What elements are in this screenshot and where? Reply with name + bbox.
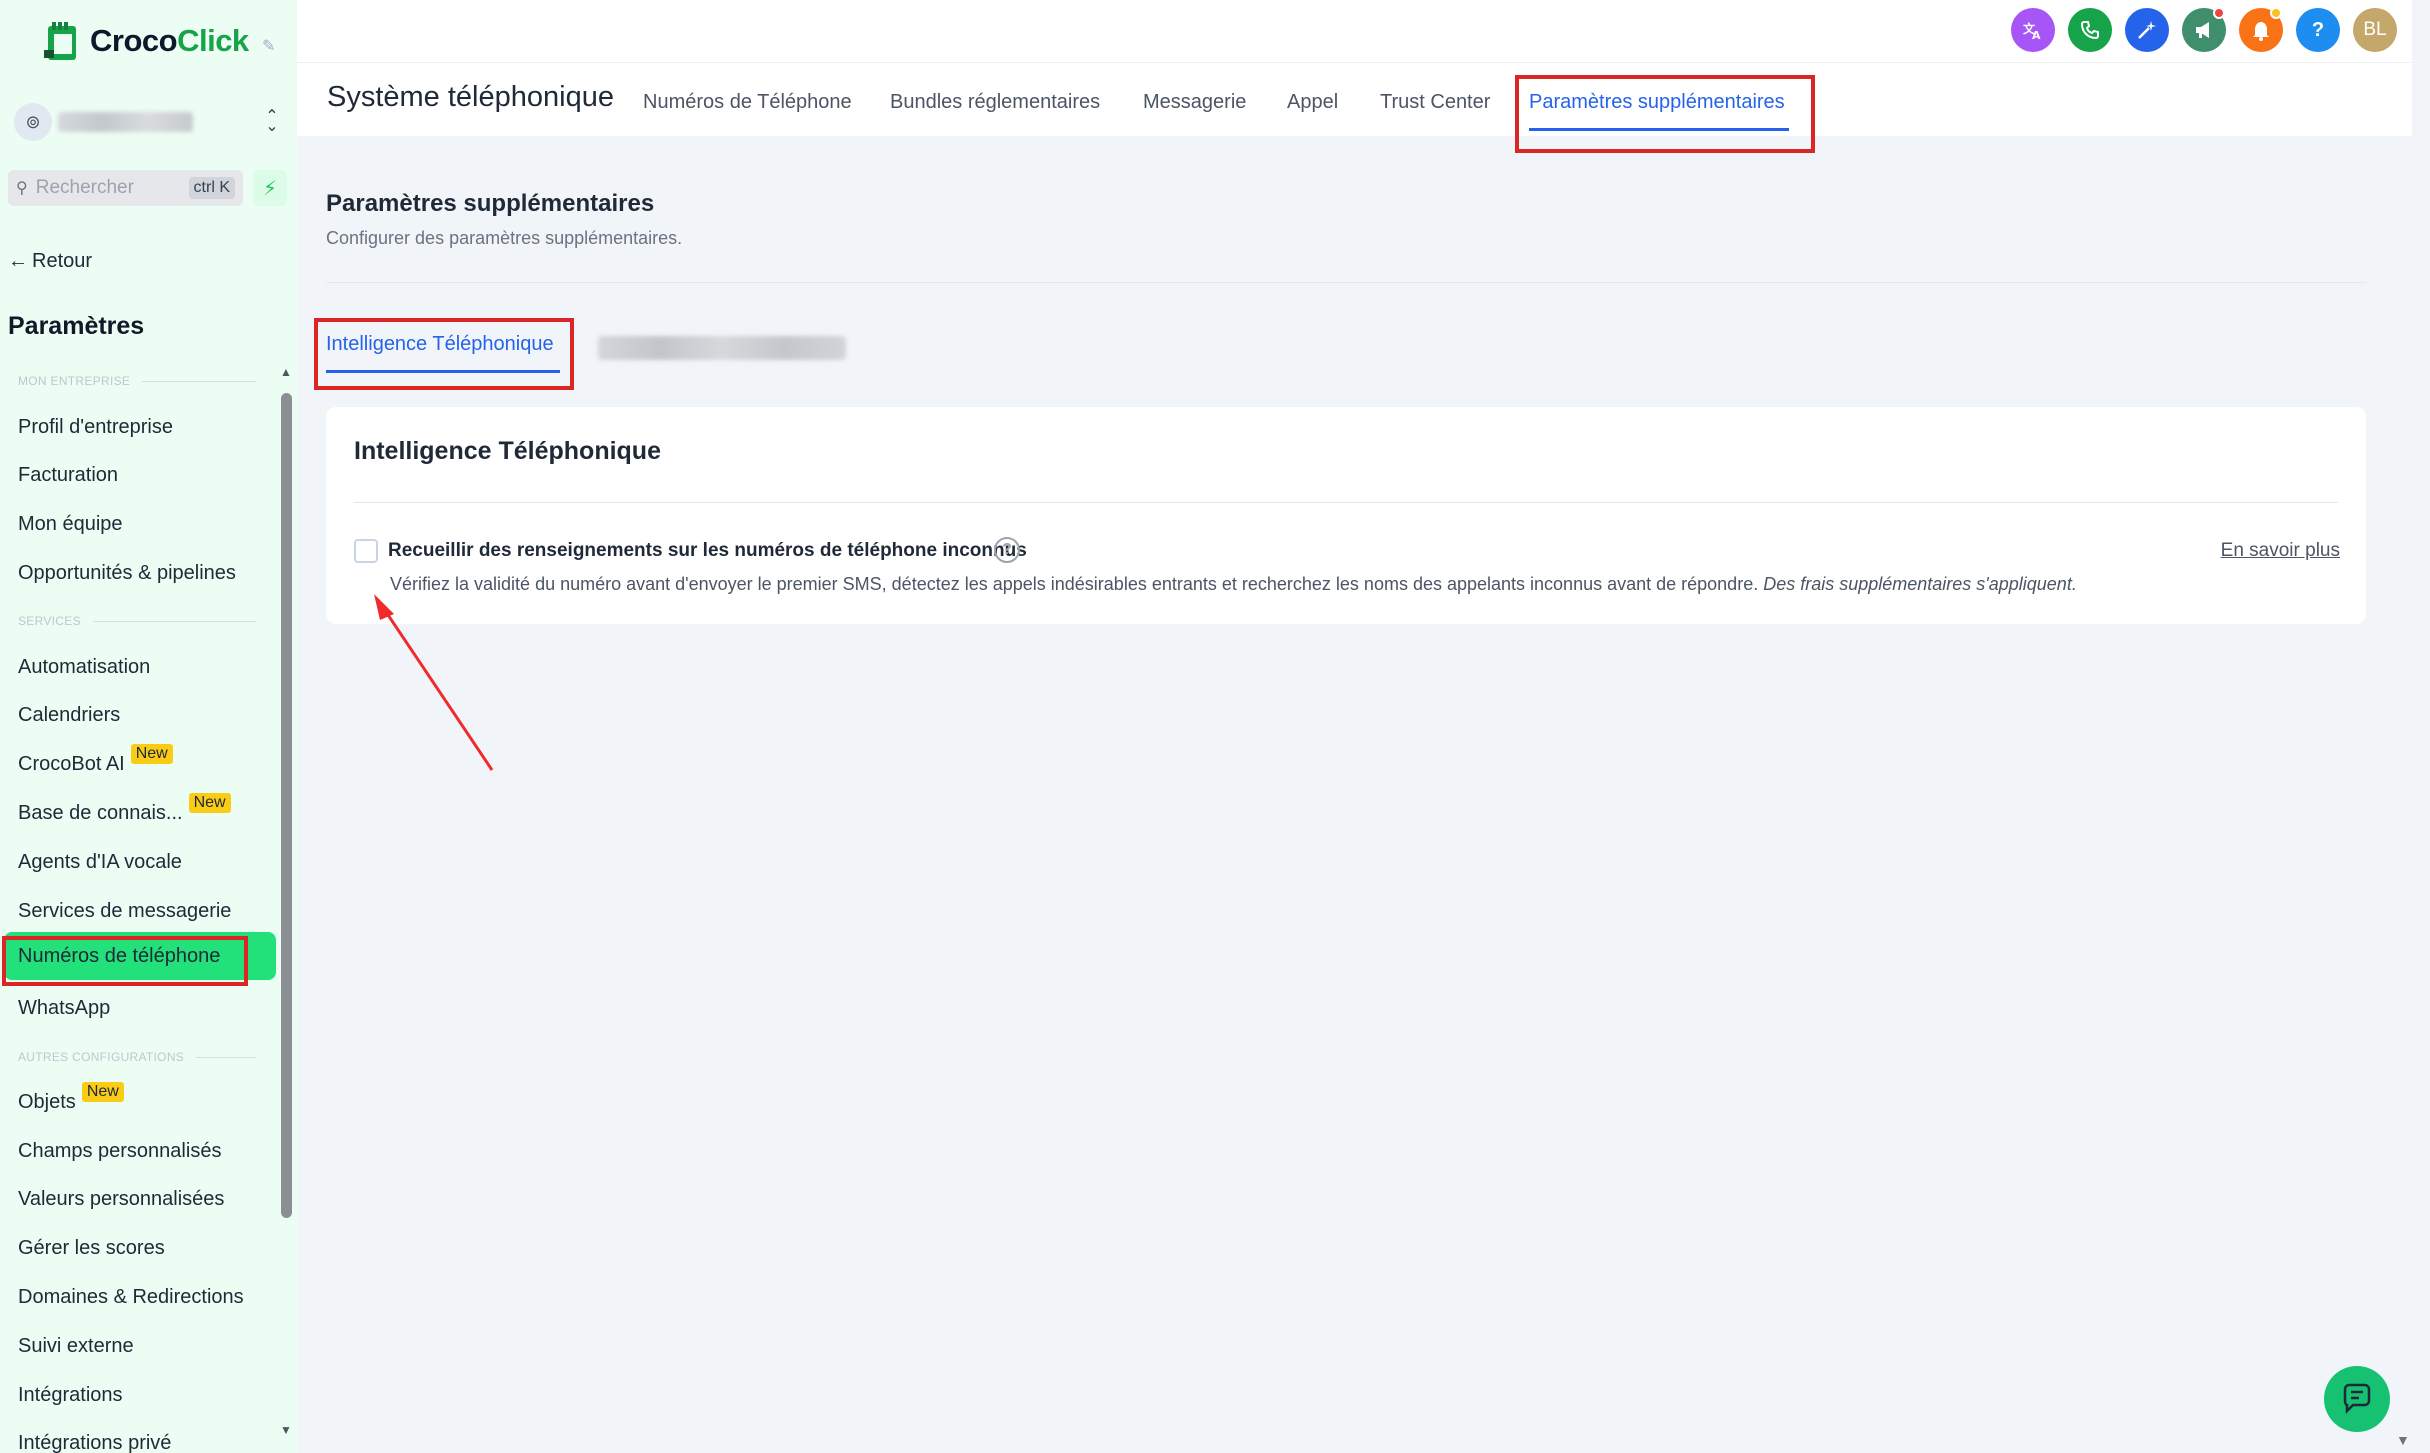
phone-icon[interactable] <box>2068 8 2112 52</box>
sidebar-item-opportunities[interactable]: Opportunités & pipelines <box>18 558 236 588</box>
help-icon[interactable]: ? <box>2296 8 2340 52</box>
sidebar-item-label: Base de connais... <box>18 801 183 824</box>
tab-trust-center[interactable]: Trust Center <box>1380 91 1490 114</box>
account-name-redacted <box>58 112 193 132</box>
sidebar-item-knowledge-base[interactable]: Base de connais... New <box>18 793 231 828</box>
sidebar-item-integrations[interactable]: Intégrations <box>18 1380 123 1410</box>
chat-widget-button[interactable] <box>2324 1366 2390 1432</box>
notification-dot <box>2213 7 2225 19</box>
section-divider <box>326 282 2366 283</box>
sidebar-item-domains[interactable]: Domaines & Redirections <box>18 1282 244 1312</box>
option-label[interactable]: Recueillir des renseignements sur les nu… <box>388 540 1027 562</box>
sidebar-item-whatsapp[interactable]: WhatsApp <box>18 993 110 1023</box>
sidebar-item-voice-agents[interactable]: Agents d'IA vocale <box>18 847 182 877</box>
sidebar-item-external-tracking[interactable]: Suivi externe <box>18 1331 134 1361</box>
new-badge: New <box>188 793 231 813</box>
megaphone-icon[interactable] <box>2182 7 2226 52</box>
sidebar-item-calendars[interactable]: Calendriers <box>18 700 120 730</box>
search-icon: ⚲ <box>16 180 28 197</box>
sidebar-item-objects[interactable]: Objets New <box>18 1082 124 1117</box>
sidebar-title: Paramètres <box>8 312 145 340</box>
top-bar: 文A ? BL <box>297 0 2412 62</box>
location-icon: ⊚ <box>14 103 52 141</box>
new-badge: New <box>130 744 173 764</box>
back-link[interactable]: ← Retour <box>8 250 92 273</box>
subtab-redacted[interactable] <box>598 336 846 360</box>
highlight-box-phone-numbers <box>2 936 248 986</box>
notification-dot <box>2270 7 2282 19</box>
sidebar-item-custom-fields[interactable]: Champs personnalisés <box>18 1136 221 1166</box>
sidebar-item-custom-values[interactable]: Valeurs personnalisées <box>18 1184 224 1214</box>
sidebar-item-crocobot[interactable]: CrocoBot AI New <box>18 744 173 779</box>
sidebar-item-label: Objets <box>18 1090 76 1113</box>
arrow-left-icon: ← <box>8 250 28 272</box>
translate-icon[interactable]: 文A <box>2011 8 2055 52</box>
scroll-down-icon[interactable]: ▼ <box>280 1423 292 1437</box>
user-avatar[interactable]: BL <box>2353 8 2397 52</box>
phone-intelligence-card: Intelligence Téléphonique Recueillir des… <box>326 407 2366 624</box>
crocodile-logo-icon <box>44 22 76 60</box>
sidebar-item-label: CrocoBot AI <box>18 752 125 775</box>
section-label-other: AUTRES CONFIGURATIONS <box>18 1050 256 1064</box>
search-placeholder: Rechercher <box>35 177 134 198</box>
tab-messaging[interactable]: Messagerie <box>1143 91 1246 114</box>
annotation-arrow <box>374 594 494 771</box>
bell-icon[interactable] <box>2239 7 2283 52</box>
chevron-updown-icon: ⌃ ⌄ <box>265 108 279 135</box>
sidebar-item-private-integrations[interactable]: Intégrations privé <box>18 1428 171 1453</box>
page-scroll-down-icon[interactable]: ▼ <box>2396 1432 2410 1448</box>
sidebar: CrocoClick ✎ ⊚ ⌃ ⌄ ⚲ Rechercher ctrl K ⚡ … <box>0 0 297 1453</box>
search-shortcut: ctrl K <box>188 177 235 199</box>
section-title: Paramètres supplémentaires <box>326 190 655 217</box>
pin-icon[interactable]: ✎ <box>262 36 276 55</box>
page-title: Système téléphonique <box>327 81 614 113</box>
scroll-up-icon[interactable]: ▲ <box>280 365 292 379</box>
collect-info-checkbox[interactable] <box>354 539 378 563</box>
card-title: Intelligence Téléphonique <box>354 437 661 465</box>
learn-more-link[interactable]: En savoir plus <box>2221 540 2340 562</box>
sidebar-item-company-profile[interactable]: Profil d'entreprise <box>18 412 173 442</box>
scrollbar-thumb[interactable] <box>281 393 292 1218</box>
sidebar-item-messaging-services[interactable]: Services de messagerie <box>18 896 231 926</box>
tab-phone-numbers[interactable]: Numéros de Téléphone <box>643 91 852 114</box>
brand-logo[interactable]: CrocoClick <box>44 20 249 62</box>
magic-icon[interactable] <box>2125 8 2169 52</box>
section-label-business: MON ENTREPRISE <box>18 374 256 388</box>
sidebar-item-scores[interactable]: Gérer les scores <box>18 1233 165 1263</box>
sidebar-item-my-team[interactable]: Mon équipe <box>18 509 123 539</box>
section-subtitle: Configurer des paramètres supplémentaire… <box>326 228 683 248</box>
tab-call[interactable]: Appel <box>1287 91 1338 114</box>
highlight-box-subtab <box>314 318 574 390</box>
new-badge: New <box>81 1082 124 1102</box>
chat-icon <box>2343 1383 2371 1415</box>
account-switcher[interactable]: ⊚ ⌃ ⌄ <box>14 102 282 142</box>
search-input[interactable]: ⚲ Rechercher ctrl K <box>8 170 243 206</box>
sidebar-item-automation[interactable]: Automatisation <box>18 652 150 682</box>
question-circle-icon[interactable]: ? <box>994 537 1020 563</box>
tab-regulatory-bundles[interactable]: Bundles réglementaires <box>890 91 1100 114</box>
card-divider <box>354 502 2338 503</box>
page-header: Système téléphonique Numéros de Téléphon… <box>297 62 2412 136</box>
sidebar-item-billing[interactable]: Facturation <box>18 460 118 490</box>
highlight-box-additional-settings-tab <box>1515 75 1815 153</box>
quick-action-bolt-icon[interactable]: ⚡ <box>253 170 287 206</box>
section-label-services: SERVICES <box>18 614 256 628</box>
option-description: Vérifiez la validité du numéro avant d'e… <box>390 574 2077 594</box>
brand-name: CrocoClick <box>90 23 249 58</box>
svg-text:A: A <box>2032 29 2041 41</box>
